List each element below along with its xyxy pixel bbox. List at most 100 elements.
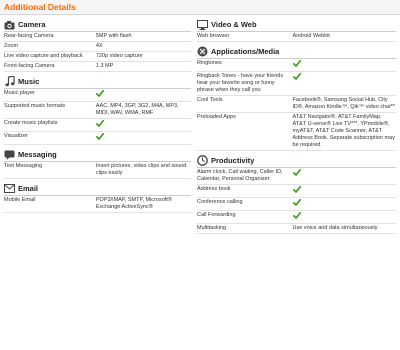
spec-row: Zoom 4X bbox=[4, 42, 191, 52]
spec-label: Mobile Email bbox=[4, 197, 36, 203]
clock-icon bbox=[197, 155, 208, 166]
spec-value: 5MP with flash bbox=[95, 33, 132, 39]
additional-details-header: Additional Details bbox=[0, 0, 400, 15]
spec-check bbox=[292, 212, 396, 222]
speech-bubble-icon bbox=[4, 149, 15, 160]
spec-row: Call Forwarding bbox=[197, 211, 396, 224]
spec-label: Alarm clock, Call waiting, Caller ID, Ca… bbox=[197, 169, 283, 182]
spec-label: Front-facing Camera bbox=[4, 63, 55, 69]
spec-label: Preloaded Apps bbox=[197, 114, 236, 120]
spec-check bbox=[95, 133, 191, 143]
spec-label: Conference calling bbox=[197, 199, 243, 205]
spec-value: Insert pictures, video clips and sound c… bbox=[95, 163, 187, 176]
spec-row: Web browser Android Webkit bbox=[197, 32, 396, 42]
spec-row: Alarm clock, Call waiting, Caller ID, Ca… bbox=[197, 168, 396, 185]
section-messaging: Messaging Text Messaging Insert pictures, … bbox=[4, 148, 191, 179]
checkmark-icon bbox=[292, 169, 301, 176]
spec-row: Rear-facing Camera 5MP with flash bbox=[4, 32, 191, 42]
section-camera: Camera Rear-facing Camera 5MP with flash Zo… bbox=[4, 18, 191, 72]
section-header: Messaging bbox=[4, 148, 191, 162]
spec-label: Ringtones bbox=[197, 60, 222, 66]
spec-row: Preloaded Apps AT&T Navigator®, AT&T Fami… bbox=[197, 113, 396, 151]
checkmark-icon bbox=[95, 133, 104, 140]
music-note-icon bbox=[4, 76, 15, 87]
section-applications-media: Applications/Media Ringtones Ringback Tone… bbox=[197, 45, 396, 151]
section-title: Productivity bbox=[211, 156, 255, 165]
spec-value: AT&T Navigator®, AT&T FamilyMap, AT&T U-… bbox=[292, 114, 395, 148]
spec-row: Ringtones bbox=[197, 59, 396, 72]
spec-check bbox=[95, 120, 191, 130]
spec-row: Front-facing Camera 1.3 MP bbox=[4, 62, 191, 72]
section-title: Applications/Media bbox=[211, 47, 280, 56]
checkmark-icon bbox=[292, 73, 301, 80]
spec-label: Text Messaging bbox=[4, 163, 43, 169]
spec-row: Live video capture and playback 720p vide… bbox=[4, 52, 191, 62]
checkmark-icon bbox=[292, 199, 301, 206]
left-column: Camera Rear-facing Camera 5MP with flash Zo… bbox=[4, 15, 191, 213]
spec-label: Supported music formats bbox=[4, 103, 66, 109]
spec-value: 1.3 MP bbox=[95, 63, 114, 69]
spec-check bbox=[292, 199, 396, 209]
envelope-icon bbox=[4, 183, 15, 194]
spec-label: Live video capture and playback bbox=[4, 53, 83, 59]
spec-value: Android Webkit bbox=[292, 33, 330, 39]
section-title: Messaging bbox=[18, 150, 57, 159]
checkmark-icon bbox=[95, 120, 104, 127]
spec-value: Facebook®, Samsung Social Hub, City ID®,… bbox=[292, 97, 396, 110]
right-column: Video & Web Web browser Android Webkit Appl… bbox=[197, 15, 396, 234]
spec-value: 720p video capture bbox=[95, 53, 143, 59]
spec-row: Mobile Email POP3/IMAP, SMTP, Microsoft® … bbox=[4, 196, 191, 213]
section-header: Video & Web bbox=[197, 18, 396, 32]
checkmark-icon bbox=[292, 212, 301, 219]
spec-row: Text Messaging Insert pictures, video cli… bbox=[4, 162, 191, 179]
spec-label: Music player bbox=[4, 90, 35, 96]
section-title: Email bbox=[18, 184, 39, 193]
section-header: Email bbox=[4, 182, 191, 196]
camera-icon bbox=[4, 19, 15, 30]
checkmark-icon bbox=[292, 186, 301, 193]
spec-check bbox=[292, 60, 396, 70]
spec-row: Multitasking Use voice and data simultane… bbox=[197, 224, 396, 234]
section-title: Camera bbox=[18, 20, 46, 29]
spec-label: Ringback Tones - have your friends hear … bbox=[197, 73, 284, 93]
checkmark-icon bbox=[95, 90, 104, 97]
spec-value: AAC, MP4, 3GP, 3G2, M4A, MP3, MIDI, WAV,… bbox=[95, 103, 179, 116]
page-title: Additional Details bbox=[4, 2, 76, 12]
spec-check bbox=[292, 169, 396, 183]
spec-row: Address book bbox=[197, 185, 396, 198]
applications-icon bbox=[197, 46, 208, 57]
monitor-icon bbox=[197, 19, 208, 30]
spec-check bbox=[95, 90, 191, 100]
spec-row: Conference calling bbox=[197, 198, 396, 211]
checkmark-icon bbox=[292, 60, 301, 67]
spec-row: Create music playlists bbox=[4, 119, 191, 132]
section-title: Music bbox=[18, 77, 40, 86]
spec-row: Cool Tools Facebook®, Samsung Social Hub,… bbox=[197, 96, 396, 113]
spec-row: Ringback Tones - have your friends hear … bbox=[197, 72, 396, 96]
section-header: Music bbox=[4, 75, 191, 89]
section-title: Video & Web bbox=[211, 20, 257, 29]
spec-check bbox=[292, 73, 396, 94]
section-video-web: Video & Web Web browser Android Webkit bbox=[197, 18, 396, 42]
spec-label: Multitasking bbox=[197, 225, 227, 231]
section-email: Email Mobile Email POP3/IMAP, SMTP, Micros… bbox=[4, 182, 191, 213]
spec-label: Visualizer bbox=[4, 133, 28, 139]
spec-row: Visualizer bbox=[4, 132, 191, 145]
spec-row: Music player bbox=[4, 89, 191, 102]
spec-value: POP3/IMAP, SMTP, Microsoft® Exchange Act… bbox=[95, 197, 172, 210]
spec-label: Create music playlists bbox=[4, 120, 58, 126]
spec-label: Rear-facing Camera bbox=[4, 33, 54, 39]
section-productivity: Productivity Alarm clock, Call waiting, C… bbox=[197, 154, 396, 234]
section-music: Music Music player Supported music formats… bbox=[4, 75, 191, 145]
section-header: Productivity bbox=[197, 154, 396, 168]
spec-value: 4X bbox=[95, 43, 103, 49]
spec-row: Supported music formats AAC, MP4, 3GP, 3G… bbox=[4, 102, 191, 119]
spec-label: Web browser bbox=[197, 33, 230, 39]
spec-value: Use voice and data simultaneously bbox=[292, 225, 378, 231]
section-header: Camera bbox=[4, 18, 191, 32]
spec-label: Zoom bbox=[4, 43, 19, 49]
spec-label: Call Forwarding bbox=[197, 212, 236, 218]
spec-label: Cool Tools bbox=[197, 97, 223, 103]
section-header: Applications/Media bbox=[197, 45, 396, 59]
spec-label: Address book bbox=[197, 186, 231, 192]
